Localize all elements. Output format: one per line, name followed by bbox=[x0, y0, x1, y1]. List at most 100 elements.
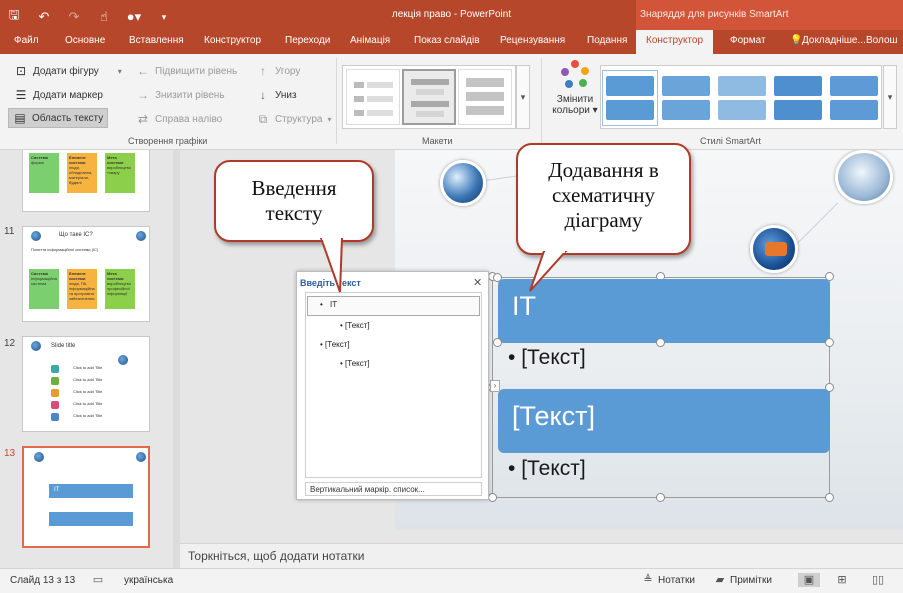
notes-placeholder: Торкніться, щоб додати нотатки bbox=[188, 549, 365, 563]
arrow-right-icon: → bbox=[137, 88, 149, 102]
thumb-list-marker bbox=[51, 389, 59, 397]
text-pane-row-selected[interactable]: • IT bbox=[307, 296, 480, 316]
slide-thumbnail[interactable]: Slide title Click to add Title Click to … bbox=[22, 336, 150, 432]
arrow-left-icon: ← bbox=[137, 64, 149, 78]
tab-slideshow[interactable]: Показ слайдів bbox=[414, 35, 480, 46]
thumbnail-scrollbar[interactable] bbox=[173, 150, 180, 568]
group-label-create-graphic: Створення графіки bbox=[128, 136, 208, 146]
text-pane-row[interactable]: • [Текст] bbox=[320, 340, 350, 349]
group-label-layouts: Макети bbox=[422, 136, 453, 146]
style-option[interactable] bbox=[772, 72, 824, 124]
right-to-left-button[interactable]: ⇄ Справа наліво bbox=[136, 112, 222, 126]
slide-thumbnails-panel: Система форма Елемент системи люди, обладн… bbox=[0, 150, 180, 568]
slide-number: 12 bbox=[4, 338, 16, 349]
smartart-text-pane: Введіть текст ✕ • IT • [Текст] • [Текст]… bbox=[296, 271, 489, 500]
tell-me-search[interactable]: Докладніше... bbox=[802, 35, 866, 46]
add-shape-button[interactable]: ⊡ Додати фігуру ▾ bbox=[14, 64, 122, 78]
notes-icon: ≜ bbox=[643, 574, 653, 586]
resize-handle[interactable] bbox=[656, 493, 665, 502]
normal-view-icon[interactable]: ▣ bbox=[798, 573, 820, 587]
style-option[interactable] bbox=[716, 72, 768, 124]
thumb-card: Елемент системи люди, обладнання, матеріа… bbox=[67, 153, 97, 193]
status-bar: Слайд 13 з 13 ▭ українська ≜ Нотатки ▰ П… bbox=[0, 568, 903, 593]
tab-review[interactable]: Рецензування bbox=[500, 35, 565, 46]
logo-icon bbox=[136, 452, 146, 462]
style-option[interactable] bbox=[660, 72, 712, 124]
user-account[interactable]: Волош bbox=[866, 35, 898, 46]
smartart-shape-2[interactable]: [Текст] bbox=[498, 389, 830, 453]
text-pane-icon: ▤ bbox=[14, 111, 26, 125]
style-option[interactable] bbox=[828, 72, 880, 124]
logo-icon bbox=[31, 231, 41, 241]
shape-handle[interactable] bbox=[493, 338, 502, 347]
smartart-bullet-2[interactable]: • [Текст] bbox=[508, 457, 586, 481]
styles-more-button[interactable]: ▾ bbox=[883, 65, 897, 129]
thumb-card: Система форма bbox=[29, 153, 59, 193]
shape-handle[interactable] bbox=[493, 273, 502, 282]
tab-view[interactable]: Подання bbox=[587, 35, 627, 46]
shape-handle[interactable] bbox=[656, 338, 665, 347]
thumb-list-marker bbox=[51, 377, 59, 385]
callout-add-to-diagram: Додавання в схематичну діаграму bbox=[516, 143, 691, 255]
resize-handle[interactable] bbox=[825, 493, 834, 502]
thumb-list-marker bbox=[51, 401, 59, 409]
smartart-bullet-1[interactable]: • [Текст] bbox=[508, 346, 586, 370]
chevron-down-icon: ▾ bbox=[117, 66, 122, 76]
text-pane-editor[interactable]: • IT • [Текст] • [Текст] • [Текст] bbox=[305, 292, 482, 478]
slide-thumbnail[interactable]: Система форма Елемент системи люди, обладн… bbox=[22, 150, 150, 212]
tab-smartart-design[interactable]: Конструктор bbox=[636, 30, 714, 54]
text-pane-toggle[interactable]: › bbox=[490, 380, 500, 392]
title-bar: 🖫 ↶ ↷ ☝ ●▾ ▾ лекція право - PowerPoint З… bbox=[0, 0, 903, 30]
ribbon: ⊡ Додати фігуру ▾ ☰ Додати маркер ▤ Обла… bbox=[0, 54, 903, 150]
thumb-card: Елемент системи люди, ПК, інформаційна та… bbox=[67, 269, 97, 309]
smartart-styles-gallery bbox=[600, 65, 882, 129]
tab-home[interactable]: Основне bbox=[65, 35, 105, 46]
logo-icon bbox=[34, 452, 44, 462]
comments-icon: ▰ bbox=[715, 574, 725, 586]
slide-thumbnail[interactable]: Що таке ІС? Поняття інформаційної систем… bbox=[22, 226, 150, 322]
layout-structure-button[interactable]: ⧉ Структура ▾ bbox=[256, 112, 332, 127]
layout-option[interactable] bbox=[458, 69, 512, 125]
change-colors-button[interactable]: Змінити кольори ▾ bbox=[548, 60, 602, 136]
reading-view-icon[interactable]: ▯▯ bbox=[870, 573, 886, 587]
layout-option-selected[interactable] bbox=[402, 69, 456, 125]
spell-check-icon[interactable]: ▭ bbox=[90, 573, 106, 587]
text-pane-button[interactable]: ▤ Область тексту bbox=[8, 108, 109, 128]
org-chart-icon: ⧉ bbox=[258, 112, 268, 126]
tab-file[interactable]: Файл bbox=[14, 35, 39, 46]
language-indicator[interactable]: українська bbox=[124, 575, 173, 586]
text-pane-row[interactable]: • [Текст] bbox=[340, 321, 370, 330]
slide-sorter-icon[interactable]: ⊞ bbox=[834, 573, 850, 587]
comments-button[interactable]: Примітки bbox=[730, 575, 772, 586]
move-up-button[interactable]: ↑ Угору bbox=[256, 64, 300, 78]
close-icon[interactable]: ✕ bbox=[473, 276, 482, 289]
layouts-more-button[interactable]: ▾ bbox=[516, 65, 530, 129]
layout-option[interactable] bbox=[346, 69, 400, 125]
tab-design[interactable]: Конструктор bbox=[204, 35, 261, 46]
move-down-button[interactable]: ↓ Униз bbox=[256, 88, 297, 102]
notes-button[interactable]: Нотатки bbox=[658, 575, 695, 586]
slide-counter: Слайд 13 з 13 bbox=[10, 575, 76, 586]
tab-animations[interactable]: Анімація bbox=[350, 35, 390, 46]
arrow-down-icon: ↓ bbox=[260, 88, 266, 102]
shape-handle[interactable] bbox=[825, 338, 834, 347]
add-bullet-button[interactable]: ☰ Додати маркер bbox=[14, 88, 103, 102]
decor-line bbox=[795, 202, 839, 246]
layouts-gallery bbox=[342, 65, 516, 129]
demote-button[interactable]: → Знизити рівень bbox=[136, 88, 225, 102]
promote-button[interactable]: ← Підвищити рівень bbox=[136, 64, 237, 78]
text-pane-row[interactable]: • [Текст] bbox=[340, 359, 370, 368]
arrow-up-icon: ↑ bbox=[260, 64, 266, 78]
thumb-title: Що таке ІС? bbox=[59, 232, 93, 238]
notes-pane[interactable]: Торкніться, щоб додати нотатки bbox=[180, 543, 903, 568]
style-option-selected[interactable] bbox=[602, 70, 658, 126]
thumb-card: Система Інформаційна система bbox=[29, 269, 59, 309]
slide-number: 11 bbox=[4, 226, 15, 237]
slide-number-active: 13 bbox=[4, 448, 16, 459]
resize-handle[interactable] bbox=[488, 493, 497, 502]
slide-thumbnail-active[interactable]: IT bbox=[22, 446, 150, 548]
text-pane-layout-description[interactable]: Вертикальний маркір. список... bbox=[305, 482, 482, 496]
tab-transitions[interactable]: Переходи bbox=[285, 35, 330, 46]
tab-insert[interactable]: Вставлення bbox=[129, 35, 184, 46]
tab-format[interactable]: Формат bbox=[730, 35, 766, 46]
